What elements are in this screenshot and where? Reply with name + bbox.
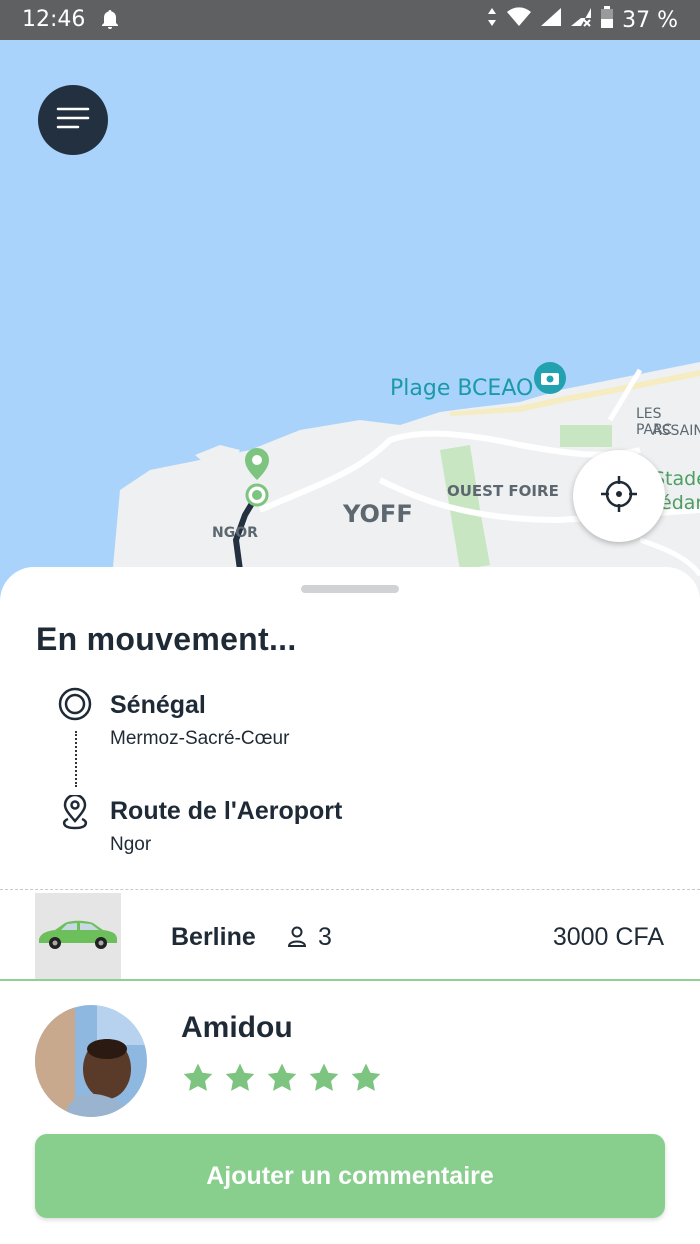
vehicle-image bbox=[35, 893, 121, 979]
map-label-senedar: édar bbox=[660, 492, 700, 514]
map-label-assain: ASSAIN bbox=[652, 423, 700, 439]
map-label-ouest-foire: OUEST FOIRE bbox=[447, 482, 559, 500]
locate-me-button[interactable] bbox=[573, 450, 665, 542]
star-icon bbox=[183, 1063, 213, 1091]
notification-bell-icon bbox=[100, 9, 120, 37]
driver-name: Amidou bbox=[181, 1011, 293, 1044]
passenger-icon bbox=[287, 925, 307, 954]
signal-icon bbox=[540, 7, 562, 33]
wifi-icon bbox=[506, 7, 532, 33]
seat-count: 3 bbox=[318, 923, 332, 951]
origin-address: Mermoz-Sacré-Cœur bbox=[110, 728, 290, 749]
menu-button[interactable] bbox=[38, 85, 108, 155]
section-divider bbox=[0, 889, 700, 890]
add-comment-button[interactable]: Ajouter un commentaire bbox=[35, 1134, 665, 1218]
star-icon bbox=[309, 1063, 339, 1091]
star-icon bbox=[267, 1063, 297, 1091]
driver-avatar bbox=[35, 1005, 147, 1117]
data-arrows-icon bbox=[486, 7, 498, 33]
battery-icon bbox=[600, 6, 614, 34]
signal-x-icon bbox=[570, 7, 592, 33]
sheet-drag-handle[interactable] bbox=[301, 585, 399, 593]
destination-address: Ngor bbox=[110, 834, 152, 855]
origin-target-icon bbox=[58, 687, 92, 726]
vehicle-type: Berline bbox=[171, 923, 256, 951]
crosshair-icon bbox=[599, 474, 639, 519]
section-divider-accent bbox=[0, 979, 700, 981]
route-connector bbox=[75, 731, 77, 787]
menu-icon bbox=[56, 105, 90, 136]
status-time: 12:46 bbox=[22, 7, 86, 32]
trip-price: 3000 CFA bbox=[552, 923, 664, 951]
star-icon bbox=[351, 1063, 381, 1091]
trip-status-title: En mouvement... bbox=[36, 621, 297, 657]
status-bar: 12:46 37 % bbox=[0, 0, 700, 40]
map-label-beach: Plage BCEAO bbox=[390, 376, 534, 401]
map-label-ngor: NGOR bbox=[212, 525, 258, 541]
map-label-yoff: YOFF bbox=[343, 500, 413, 528]
star-icon bbox=[225, 1063, 255, 1091]
trip-bottom-sheet: En mouvement... Sénégal Mermoz-Sacré-Cœu… bbox=[0, 567, 700, 1244]
driver-rating bbox=[181, 1061, 383, 1095]
origin-name: Sénégal bbox=[110, 691, 206, 719]
battery-percent: 37 % bbox=[622, 7, 678, 33]
destination-pin-icon bbox=[58, 793, 92, 836]
destination-name: Route de l'Aeroport bbox=[110, 797, 343, 825]
